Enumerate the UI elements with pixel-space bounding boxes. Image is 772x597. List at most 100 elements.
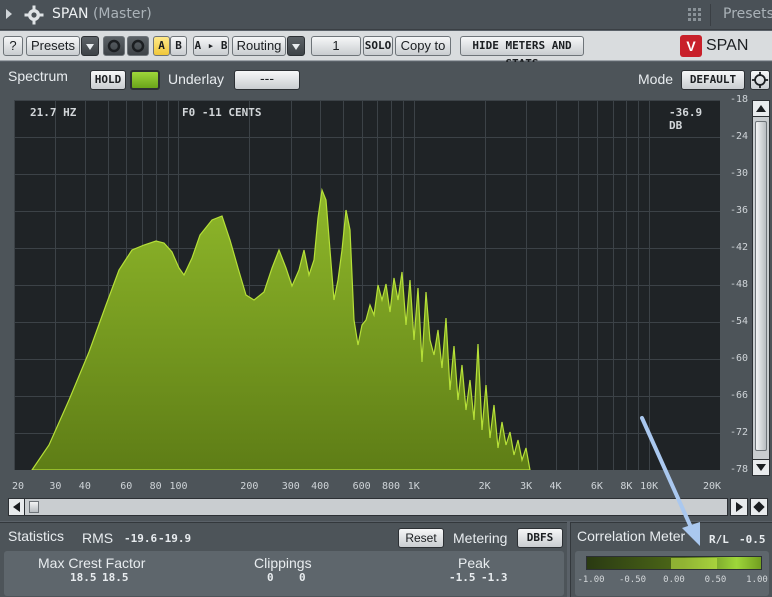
reset-zoom-diamond-icon[interactable] (750, 498, 768, 516)
spectrum-tab[interactable]: Spectrum (8, 68, 68, 84)
freq-tick-label: 300 (281, 481, 300, 492)
vertical-scroll-thumb[interactable] (755, 121, 767, 451)
mode-settings-button[interactable] (750, 70, 770, 90)
grid-icon[interactable] (688, 8, 702, 22)
peak-left-value: -1.5 (449, 571, 476, 584)
rl-value: -0.5 (739, 533, 766, 546)
freq-tick-label: 100 (169, 481, 188, 492)
db-readout: -36.9 DB (669, 106, 703, 132)
freq-tick-label: 3K (520, 481, 533, 492)
hide-meters-button[interactable]: HIDE METERS AND STATS (460, 36, 584, 70)
reset-button[interactable]: Reset (398, 528, 444, 548)
toolbar: ? Presets A B A ▸ B Routing 1 SOLO Copy … (0, 31, 772, 70)
brand-logo-icon: V (680, 35, 702, 57)
correlation-tick-label: -0.50 (618, 575, 647, 585)
peak-label: Peak (458, 555, 490, 571)
spectrum-graph (14, 100, 720, 470)
db-tick-label: -18 (730, 94, 749, 105)
brand-logo-text: SPAN (706, 37, 749, 54)
freq-tick-label: 6K (590, 481, 603, 492)
metering-label: Metering (453, 530, 508, 546)
freq-tick-label: 60 (120, 481, 133, 492)
title-bar: SPAN (Master) Presets (0, 0, 772, 30)
freq-tick-label: 600 (352, 481, 371, 492)
db-tick-label: -30 (730, 168, 749, 179)
statistics-body: Max Crest Factor 18.5 18.5 Clippings 0 0… (4, 551, 564, 596)
correlation-tick-label: -1.00 (577, 575, 605, 585)
db-tick-label: -48 (730, 279, 749, 290)
scroll-down-arrow-icon[interactable] (753, 459, 769, 475)
max-crest-left-value: 18.5 (70, 571, 97, 584)
note-readout: F0 -11 CENTS (182, 106, 262, 119)
title-separator (710, 4, 711, 26)
clippings-label: Clippings (254, 555, 312, 571)
routing-dropdown-arrow[interactable] (287, 36, 305, 56)
routing-button[interactable]: Routing (232, 36, 286, 56)
rms-right-value: -19.9 (158, 532, 192, 545)
freq-tick-label: 20 (11, 481, 25, 492)
scroll-up-arrow-icon[interactable] (753, 101, 769, 117)
gear-icon[interactable] (24, 5, 44, 25)
rms-left-value: -19.6 (124, 532, 158, 545)
help-button[interactable]: ? (3, 36, 23, 56)
horizontal-scroll-thumb[interactable] (29, 501, 39, 513)
clippings-left-value: 0 (267, 571, 274, 584)
max-crest-label: Max Crest Factor (38, 555, 146, 571)
correlation-meter-graphic (587, 557, 761, 569)
freq-tick-label: 800 (381, 481, 401, 492)
hold-button[interactable]: HOLD (90, 70, 126, 90)
mode-label: Mode (638, 71, 674, 87)
channel-selector[interactable]: 1 (311, 36, 361, 56)
freq-tick-label: 30 (49, 481, 62, 492)
freq-tick-label: 1K (407, 481, 420, 492)
spectrum-plot[interactable]: 21.7 HZ F0 -11 CENTS -36.9 DB (14, 100, 720, 470)
vertical-scrollbar[interactable] (752, 100, 770, 476)
db-tick-label: -60 (730, 353, 749, 364)
redo-icon (131, 39, 145, 53)
db-tick-label: -66 (730, 390, 749, 401)
freq-readout: 21.7 HZ (30, 106, 77, 119)
presets-dropdown-arrow[interactable] (81, 36, 99, 56)
db-tick-label: -72 (730, 427, 749, 438)
hold-toggle[interactable] (130, 70, 160, 90)
preset-a-button[interactable]: A (153, 36, 170, 56)
correlation-tick-label: 1.00 (746, 575, 768, 585)
db-tick-label: -54 (730, 316, 749, 327)
preset-b-button[interactable]: B (170, 36, 187, 56)
undo-button[interactable] (103, 36, 125, 56)
metering-selector[interactable]: DBFS (517, 528, 563, 548)
window-title: SPAN (Master) (52, 6, 152, 22)
db-tick-label: -42 (730, 242, 749, 253)
redo-button[interactable] (127, 36, 149, 56)
underlay-selector[interactable]: --- (234, 70, 300, 90)
copy-a-to-b-button[interactable]: A ▸ B (193, 36, 229, 56)
peak-right-value: -1.3 (481, 571, 508, 584)
rms-label: RMS (82, 530, 114, 546)
clippings-right-value: 0 (299, 571, 306, 584)
db-tick-label: -78 (730, 464, 749, 475)
title-presets-button[interactable]: Presets (723, 6, 772, 22)
mode-selector[interactable]: DEFAULT (681, 70, 745, 90)
plugin-name: SPAN (52, 6, 89, 22)
presets-button[interactable]: Presets (26, 36, 80, 56)
freq-tick-label: 2K (478, 481, 491, 492)
statistics-tab[interactable]: Statistics (8, 528, 64, 544)
horizontal-scrollbar[interactable] (8, 498, 728, 516)
freq-tick-label: 80 (149, 481, 162, 492)
scroll-right-arrow-icon[interactable] (730, 498, 748, 516)
correlation-tick-label: 0.00 (663, 575, 685, 585)
solo-button[interactable]: SOLO (363, 36, 393, 56)
underlay-label: Underlay (168, 71, 225, 87)
scroll-left-arrow-icon[interactable] (9, 499, 25, 515)
spectrum-curve (31, 187, 531, 470)
statistics-header: Statistics RMS -19.6 -19.9 Reset Meterin… (0, 523, 567, 551)
expand-arrow-icon[interactable] (6, 9, 12, 19)
freq-tick-label: 40 (78, 481, 91, 492)
annotation-arrow-icon (640, 416, 700, 546)
correlation-meter-bar (586, 556, 762, 570)
settings-gear-icon (751, 71, 769, 89)
spectrum-header: Spectrum HOLD Underlay --- Mode DEFAULT (0, 62, 772, 96)
db-tick-label: -24 (730, 131, 749, 142)
copy-to-button[interactable]: Copy to (395, 36, 451, 56)
statistics-panel: Statistics RMS -19.6 -19.9 Reset Meterin… (0, 522, 567, 597)
